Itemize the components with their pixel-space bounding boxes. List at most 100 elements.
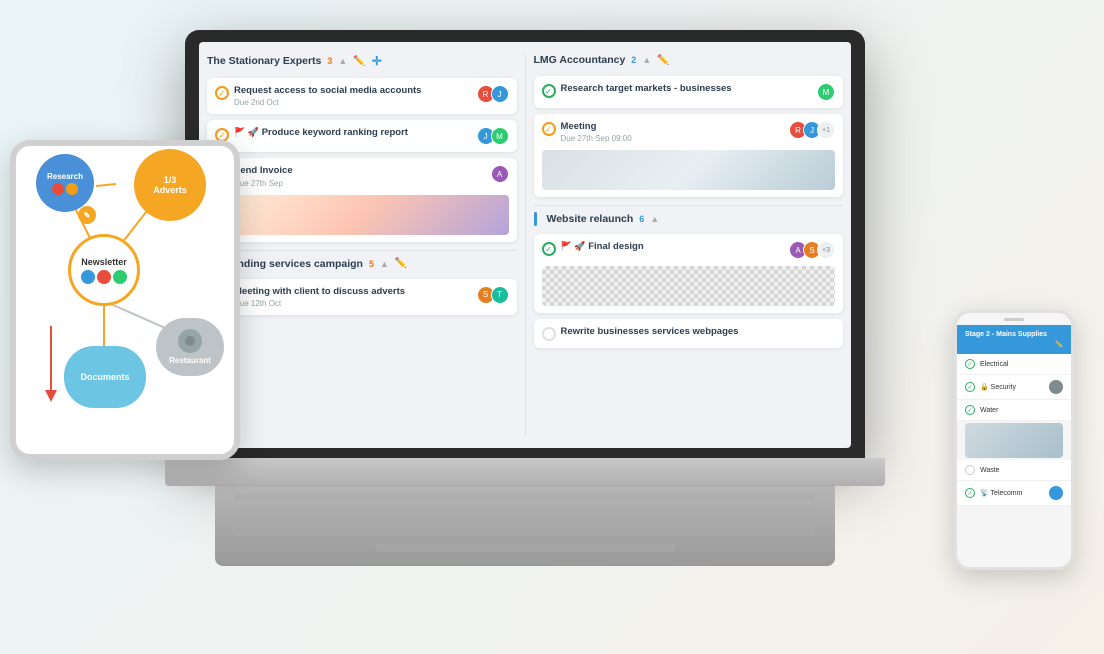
- task-4-title: Meeting with client to discuss adverts: [234, 286, 405, 298]
- task-card-6[interactable]: Meeting Due 27th Sep 09:00 R J +1: [534, 114, 844, 197]
- task-card-7[interactable]: 🚩 🚀 Final design A S: [534, 234, 844, 313]
- phone-item-2-check[interactable]: [965, 382, 975, 392]
- task-5-info: Research target markets - businesses: [561, 83, 732, 95]
- task-4-info: Meeting with client to discuss adverts D…: [234, 286, 405, 308]
- laptop: The Stationary Experts 3 ▲ ✏️ ✛: [185, 30, 885, 590]
- task-5-title: Research target markets - businesses: [561, 83, 732, 95]
- task-4-due: Due 12th Oct: [234, 299, 405, 308]
- col2-edit-button[interactable]: ✏️: [657, 55, 669, 66]
- phone-item-2-text: 🔒 Security: [980, 383, 1044, 391]
- task-6-check[interactable]: [542, 122, 556, 136]
- phone-item-1-text: Electrical: [980, 361, 1063, 368]
- phone-item-5-check[interactable]: [965, 488, 975, 498]
- task-8-info: Rewrite businesses services webpages: [561, 326, 739, 338]
- phone-avatar-2: [1049, 380, 1063, 394]
- laptop-screen-border: The Stationary Experts 3 ▲ ✏️ ✛: [185, 30, 865, 460]
- task-card-4-left: Meeting with client to discuss adverts D…: [215, 286, 405, 308]
- task-image-checkered: [542, 266, 836, 306]
- col2-section2-count[interactable]: 6: [639, 214, 644, 224]
- task-card-4[interactable]: Meeting with client to discuss adverts D…: [207, 279, 517, 315]
- task-card-5-top: Research target markets - businesses M: [542, 83, 836, 101]
- mindmap: Research 1/3 Adverts: [16, 146, 234, 454]
- phone-list-item-4[interactable]: Waste: [957, 460, 1071, 481]
- task-6-image: [542, 150, 836, 190]
- phone-header-title: Stage 2 - Mains Supplies: [965, 331, 1063, 338]
- phone-header: Stage 2 - Mains Supplies ✏️: [957, 325, 1071, 354]
- col1-section2-header: Branding services campaign 5 ▲ ✏️: [207, 250, 517, 273]
- task-8-check[interactable]: [542, 327, 556, 341]
- phone-image: [965, 423, 1063, 458]
- task-3-avatars: A: [491, 165, 509, 183]
- col1-count[interactable]: 3: [327, 56, 332, 66]
- phone-list-item-3[interactable]: Water: [957, 400, 1071, 421]
- task-7-title: 🚩 🚀 Final design: [561, 241, 644, 253]
- column-2: LMG Accountancy 2 ▲ ✏️: [534, 50, 844, 440]
- mm-node-adverts[interactable]: 1/3 Adverts: [134, 149, 206, 221]
- app-content: The Stationary Experts 3 ▲ ✏️ ✛: [199, 42, 851, 448]
- task-3-title: Send Invoice: [234, 165, 293, 177]
- task-1-due: Due 2nd Oct: [234, 98, 421, 107]
- task-7-check[interactable]: [542, 242, 556, 256]
- phone: Stage 2 - Mains Supplies ✏️ Electrical 🔒…: [954, 310, 1074, 570]
- col2-section2-header: Website relaunch 6 ▲: [534, 205, 844, 228]
- task-card-3[interactable]: Send Invoice Due 27th Sep A: [207, 158, 517, 241]
- col1-section2-expand[interactable]: ▲: [380, 259, 389, 269]
- phone-list-item-1[interactable]: Electrical: [957, 354, 1071, 375]
- task-1-check[interactable]: [215, 86, 229, 100]
- phone-item-3-check[interactable]: [965, 405, 975, 415]
- laptop-screen: The Stationary Experts 3 ▲ ✏️ ✛: [199, 42, 851, 448]
- task-card-2[interactable]: 🚩 🚀 Produce keyword ranking report J: [207, 120, 517, 152]
- phone-list-item-5[interactable]: 📡 Telecomm: [957, 481, 1071, 506]
- phone-item-1-check[interactable]: [965, 359, 975, 369]
- task-6-avatars: R J +1: [789, 121, 835, 139]
- col1-add-button[interactable]: ✛: [372, 54, 382, 68]
- research-badge: ✎: [78, 206, 96, 224]
- col1-expand-icon[interactable]: ▲: [338, 56, 347, 66]
- tablet: Research 1/3 Adverts: [10, 140, 240, 460]
- keyboard-decoration: [215, 486, 835, 566]
- task-6-due: Due 27th Sep 09:00: [561, 134, 632, 143]
- col2-count[interactable]: 2: [631, 55, 636, 65]
- task-card-1[interactable]: Request access to social media accounts …: [207, 78, 517, 114]
- task-card-3-top: Send Invoice Due 27th Sep A: [215, 165, 509, 187]
- task-card-4-top: Meeting with client to discuss adverts D…: [215, 286, 509, 308]
- task-5-avatars: M: [817, 83, 835, 101]
- col1-section2-count[interactable]: 5: [369, 259, 374, 269]
- flag-icon: 🚩: [234, 127, 245, 137]
- laptop-base: [165, 458, 885, 486]
- phone-list-item-2[interactable]: 🔒 Security: [957, 375, 1071, 400]
- task-card-7-left: 🚩 🚀 Final design: [542, 241, 644, 256]
- task-card-6-top: Meeting Due 27th Sep 09:00 R J +1: [542, 121, 836, 143]
- phone-item-4-check[interactable]: [965, 465, 975, 475]
- phone-item-3-text: Water: [980, 407, 1063, 414]
- col2-expand-icon[interactable]: ▲: [642, 55, 651, 65]
- task-card-8[interactable]: Rewrite businesses services webpages: [534, 319, 844, 348]
- task-card-7-top: 🚩 🚀 Final design A S: [542, 241, 836, 259]
- avatar: T: [491, 286, 509, 304]
- rocket-icon: 🚀: [248, 127, 259, 137]
- task-6-title: Meeting: [561, 121, 632, 133]
- task-4-avatars: S T: [477, 286, 509, 304]
- app-columns: The Stationary Experts 3 ▲ ✏️ ✛: [199, 42, 851, 448]
- task-image-blue: [542, 150, 836, 190]
- mm-node-restaurant[interactable]: Restaurant: [156, 318, 224, 376]
- task-2-avatars: J M: [477, 127, 509, 145]
- mm-node-newsletter[interactable]: Newsletter: [68, 234, 140, 306]
- task-7-info: 🚩 🚀 Final design: [561, 241, 644, 253]
- task-5-check[interactable]: [542, 84, 556, 98]
- phone-header-controls: ✏️: [965, 340, 1063, 348]
- task-card-1-left: Request access to social media accounts …: [215, 85, 421, 107]
- task-card-1-top: Request access to social media accounts …: [215, 85, 509, 107]
- col2-section2-expand[interactable]: ▲: [650, 214, 659, 224]
- mm-node-documents[interactable]: Documents: [64, 346, 146, 408]
- phone-notch: [957, 313, 1071, 325]
- laptop-keyboard: [215, 486, 835, 566]
- col1-section2-edit-button[interactable]: ✏️: [395, 258, 407, 269]
- mm-node-research[interactable]: Research: [36, 154, 94, 212]
- phone-avatar-5: [1049, 486, 1063, 500]
- task-3-due: Due 27th Sep: [234, 179, 293, 188]
- col1-edit-button[interactable]: ✏️: [353, 56, 365, 67]
- avatar: J: [491, 85, 509, 103]
- task-card-5[interactable]: Research target markets - businesses M: [534, 76, 844, 108]
- phone-edit-icon[interactable]: ✏️: [1054, 340, 1063, 348]
